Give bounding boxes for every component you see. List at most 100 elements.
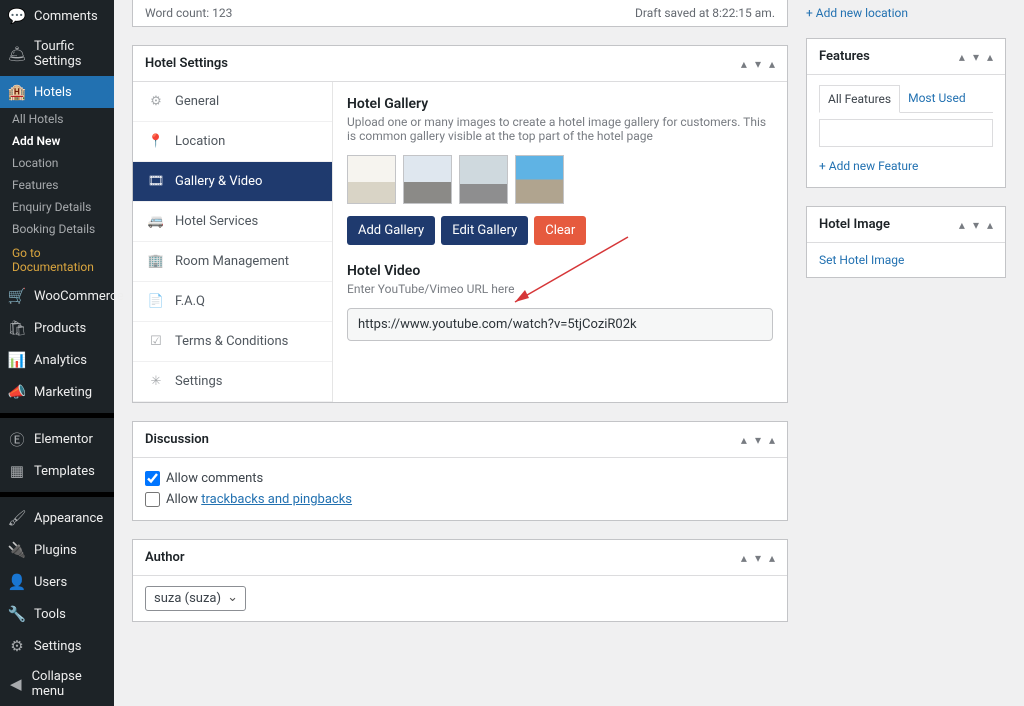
users-icon: 👤	[8, 573, 26, 591]
sidebar-item-appearance[interactable]: 🖌Appearance	[0, 502, 114, 534]
panel-title: Features	[819, 49, 870, 64]
gallery-thumb[interactable]	[347, 155, 396, 204]
panel-title: Author	[145, 550, 185, 565]
sidebar-item-tools[interactable]: 🔧Tools	[0, 598, 114, 630]
hotel-image-panel: Hotel Image ▴ ▾ ▴ Set Hotel Image	[806, 206, 1006, 278]
film-icon: 🎞	[147, 174, 165, 189]
marketing-icon: 📣	[8, 383, 26, 401]
sidebar-item-templates[interactable]: ▦Templates	[0, 455, 114, 487]
sparkle-icon: ✳	[147, 374, 165, 389]
caret-up-icon[interactable]: ▴	[987, 50, 993, 64]
sidebar-item-plugins[interactable]: 🔌Plugins	[0, 534, 114, 566]
edit-gallery-button[interactable]: Edit Gallery	[441, 216, 528, 245]
caret-up-icon[interactable]: ▴	[987, 218, 993, 232]
tab-all-features[interactable]: All Features	[819, 85, 900, 113]
video-title: Hotel Video	[347, 263, 773, 279]
sidebar-sub-all-hotels[interactable]: All Hotels	[0, 108, 114, 130]
templates-icon: ▦	[8, 462, 26, 480]
status-bar: Word count: 123 Draft saved at 8:22:15 a…	[132, 0, 788, 27]
sidebar-item-woocommerce[interactable]: 🛒WooCommerce	[0, 280, 114, 312]
tab-room-management[interactable]: 🏢Room Management	[133, 242, 332, 282]
sidebar-item-tourfic[interactable]: 🛎Tourfic Settings	[0, 32, 114, 76]
comment-icon: 💬	[8, 7, 26, 25]
sidebar-item-analytics[interactable]: 📊Analytics	[0, 344, 114, 376]
chevron-down-icon[interactable]: ▾	[755, 551, 761, 565]
tab-most-used[interactable]: Most Used	[900, 85, 974, 112]
chevron-down-icon[interactable]: ▾	[755, 57, 761, 71]
pin-icon: 📍	[147, 134, 165, 149]
sidebar-sub-location[interactable]: Location	[0, 152, 114, 174]
gallery-thumb[interactable]	[515, 155, 564, 204]
chevron-up-icon[interactable]: ▴	[741, 551, 747, 565]
settings-icon: ⚙	[8, 637, 26, 655]
gallery-desc: Upload one or many images to create a ho…	[347, 115, 773, 143]
add-location-link[interactable]: + Add new location	[806, 2, 908, 24]
elementor-icon: Ⓔ	[8, 430, 26, 448]
appearance-icon: 🖌	[8, 509, 26, 527]
caret-up-icon[interactable]: ▴	[769, 433, 775, 447]
tab-location[interactable]: 📍Location	[133, 122, 332, 162]
bell-icon: 🛎	[8, 45, 26, 63]
sidebar-docs-link[interactable]: Go to Documentation	[0, 240, 114, 280]
set-hotel-image-link[interactable]: Set Hotel Image	[819, 253, 904, 267]
word-count: Word count: 123	[145, 6, 232, 20]
caret-up-icon[interactable]: ▴	[769, 57, 775, 71]
add-gallery-button[interactable]: Add Gallery	[347, 216, 435, 245]
author-panel: Author ▴ ▾ ▴ suza (suza)	[132, 539, 788, 622]
tab-hotel-services[interactable]: 🚐Hotel Services	[133, 202, 332, 242]
chevron-down-icon[interactable]: ▾	[755, 433, 761, 447]
sidebar-sub-features[interactable]: Features	[0, 174, 114, 196]
allow-comments-label: Allow comments	[166, 471, 263, 486]
sidebar-sub-booking[interactable]: Booking Details	[0, 218, 114, 240]
chevron-down-icon[interactable]: ▾	[973, 50, 979, 64]
add-feature-link[interactable]: + Add new Feature	[819, 155, 918, 177]
features-panel: Features ▴ ▾ ▴ All Features Most Used + …	[806, 38, 1006, 188]
caret-up-icon[interactable]: ▴	[769, 551, 775, 565]
sidebar-item-comments[interactable]: 💬Comments	[0, 0, 114, 32]
tab-gallery-video[interactable]: 🎞Gallery & Video	[133, 162, 332, 202]
chevron-up-icon[interactable]: ▴	[959, 218, 965, 232]
tab-general[interactable]: ⚙General	[133, 82, 332, 122]
sidebar-item-users[interactable]: 👤Users	[0, 566, 114, 598]
clear-gallery-button[interactable]: Clear	[534, 216, 586, 245]
sidebar-item-products[interactable]: 🛍Products	[0, 312, 114, 344]
gallery-thumb[interactable]	[459, 155, 508, 204]
building-icon: 🏢	[147, 254, 165, 269]
cart-icon: 🛒	[8, 287, 26, 305]
chevron-down-icon[interactable]: ▾	[973, 218, 979, 232]
sidebar-collapse[interactable]: ◀Collapse menu	[0, 662, 114, 706]
draft-saved: Draft saved at 8:22:15 am.	[635, 6, 775, 20]
chevron-up-icon[interactable]: ▴	[741, 57, 747, 71]
collapse-icon: ◀	[8, 675, 24, 693]
plugins-icon: 🔌	[8, 541, 26, 559]
features-list	[819, 119, 993, 147]
panel-title: Hotel Settings	[145, 56, 228, 71]
tab-settings[interactable]: ✳Settings	[133, 362, 332, 402]
discussion-panel: Discussion ▴ ▾ ▴ Allow comments Allow tr…	[132, 421, 788, 521]
sidebar-item-elementor[interactable]: ⒺElementor	[0, 423, 114, 455]
sidebar-sub-enquiry[interactable]: Enquiry Details	[0, 196, 114, 218]
gallery-thumb[interactable]	[403, 155, 452, 204]
panel-title: Hotel Image	[819, 217, 890, 232]
tools-icon: 🔧	[8, 605, 26, 623]
gear-icon: ⚙	[147, 94, 165, 109]
allow-trackbacks-checkbox[interactable]	[145, 492, 160, 507]
trackbacks-link[interactable]: trackbacks and pingbacks	[201, 492, 352, 507]
gallery-video-pane: Hotel Gallery Upload one or many images …	[333, 82, 787, 402]
allow-comments-checkbox[interactable]	[145, 471, 160, 486]
admin-sidebar: 💬Comments 🛎Tourfic Settings 🏨Hotels All …	[0, 0, 114, 706]
video-url-input[interactable]	[347, 308, 773, 341]
check-icon: ☑	[147, 334, 165, 349]
chevron-up-icon[interactable]: ▴	[741, 433, 747, 447]
sidebar-item-hotels[interactable]: 🏨Hotels	[0, 76, 114, 108]
document-icon: 📄	[147, 294, 165, 309]
sidebar-item-settings[interactable]: ⚙Settings	[0, 630, 114, 662]
tab-terms[interactable]: ☑Terms & Conditions	[133, 322, 332, 362]
author-select[interactable]: suza (suza)	[145, 586, 246, 611]
sidebar-sub-add-new[interactable]: Add New	[0, 130, 114, 152]
sidebar-item-marketing[interactable]: 📣Marketing	[0, 376, 114, 408]
hotel-icon: 🏨	[8, 83, 26, 101]
tab-faq[interactable]: 📄F.A.Q	[133, 282, 332, 322]
analytics-icon: 📊	[8, 351, 26, 369]
chevron-up-icon[interactable]: ▴	[959, 50, 965, 64]
